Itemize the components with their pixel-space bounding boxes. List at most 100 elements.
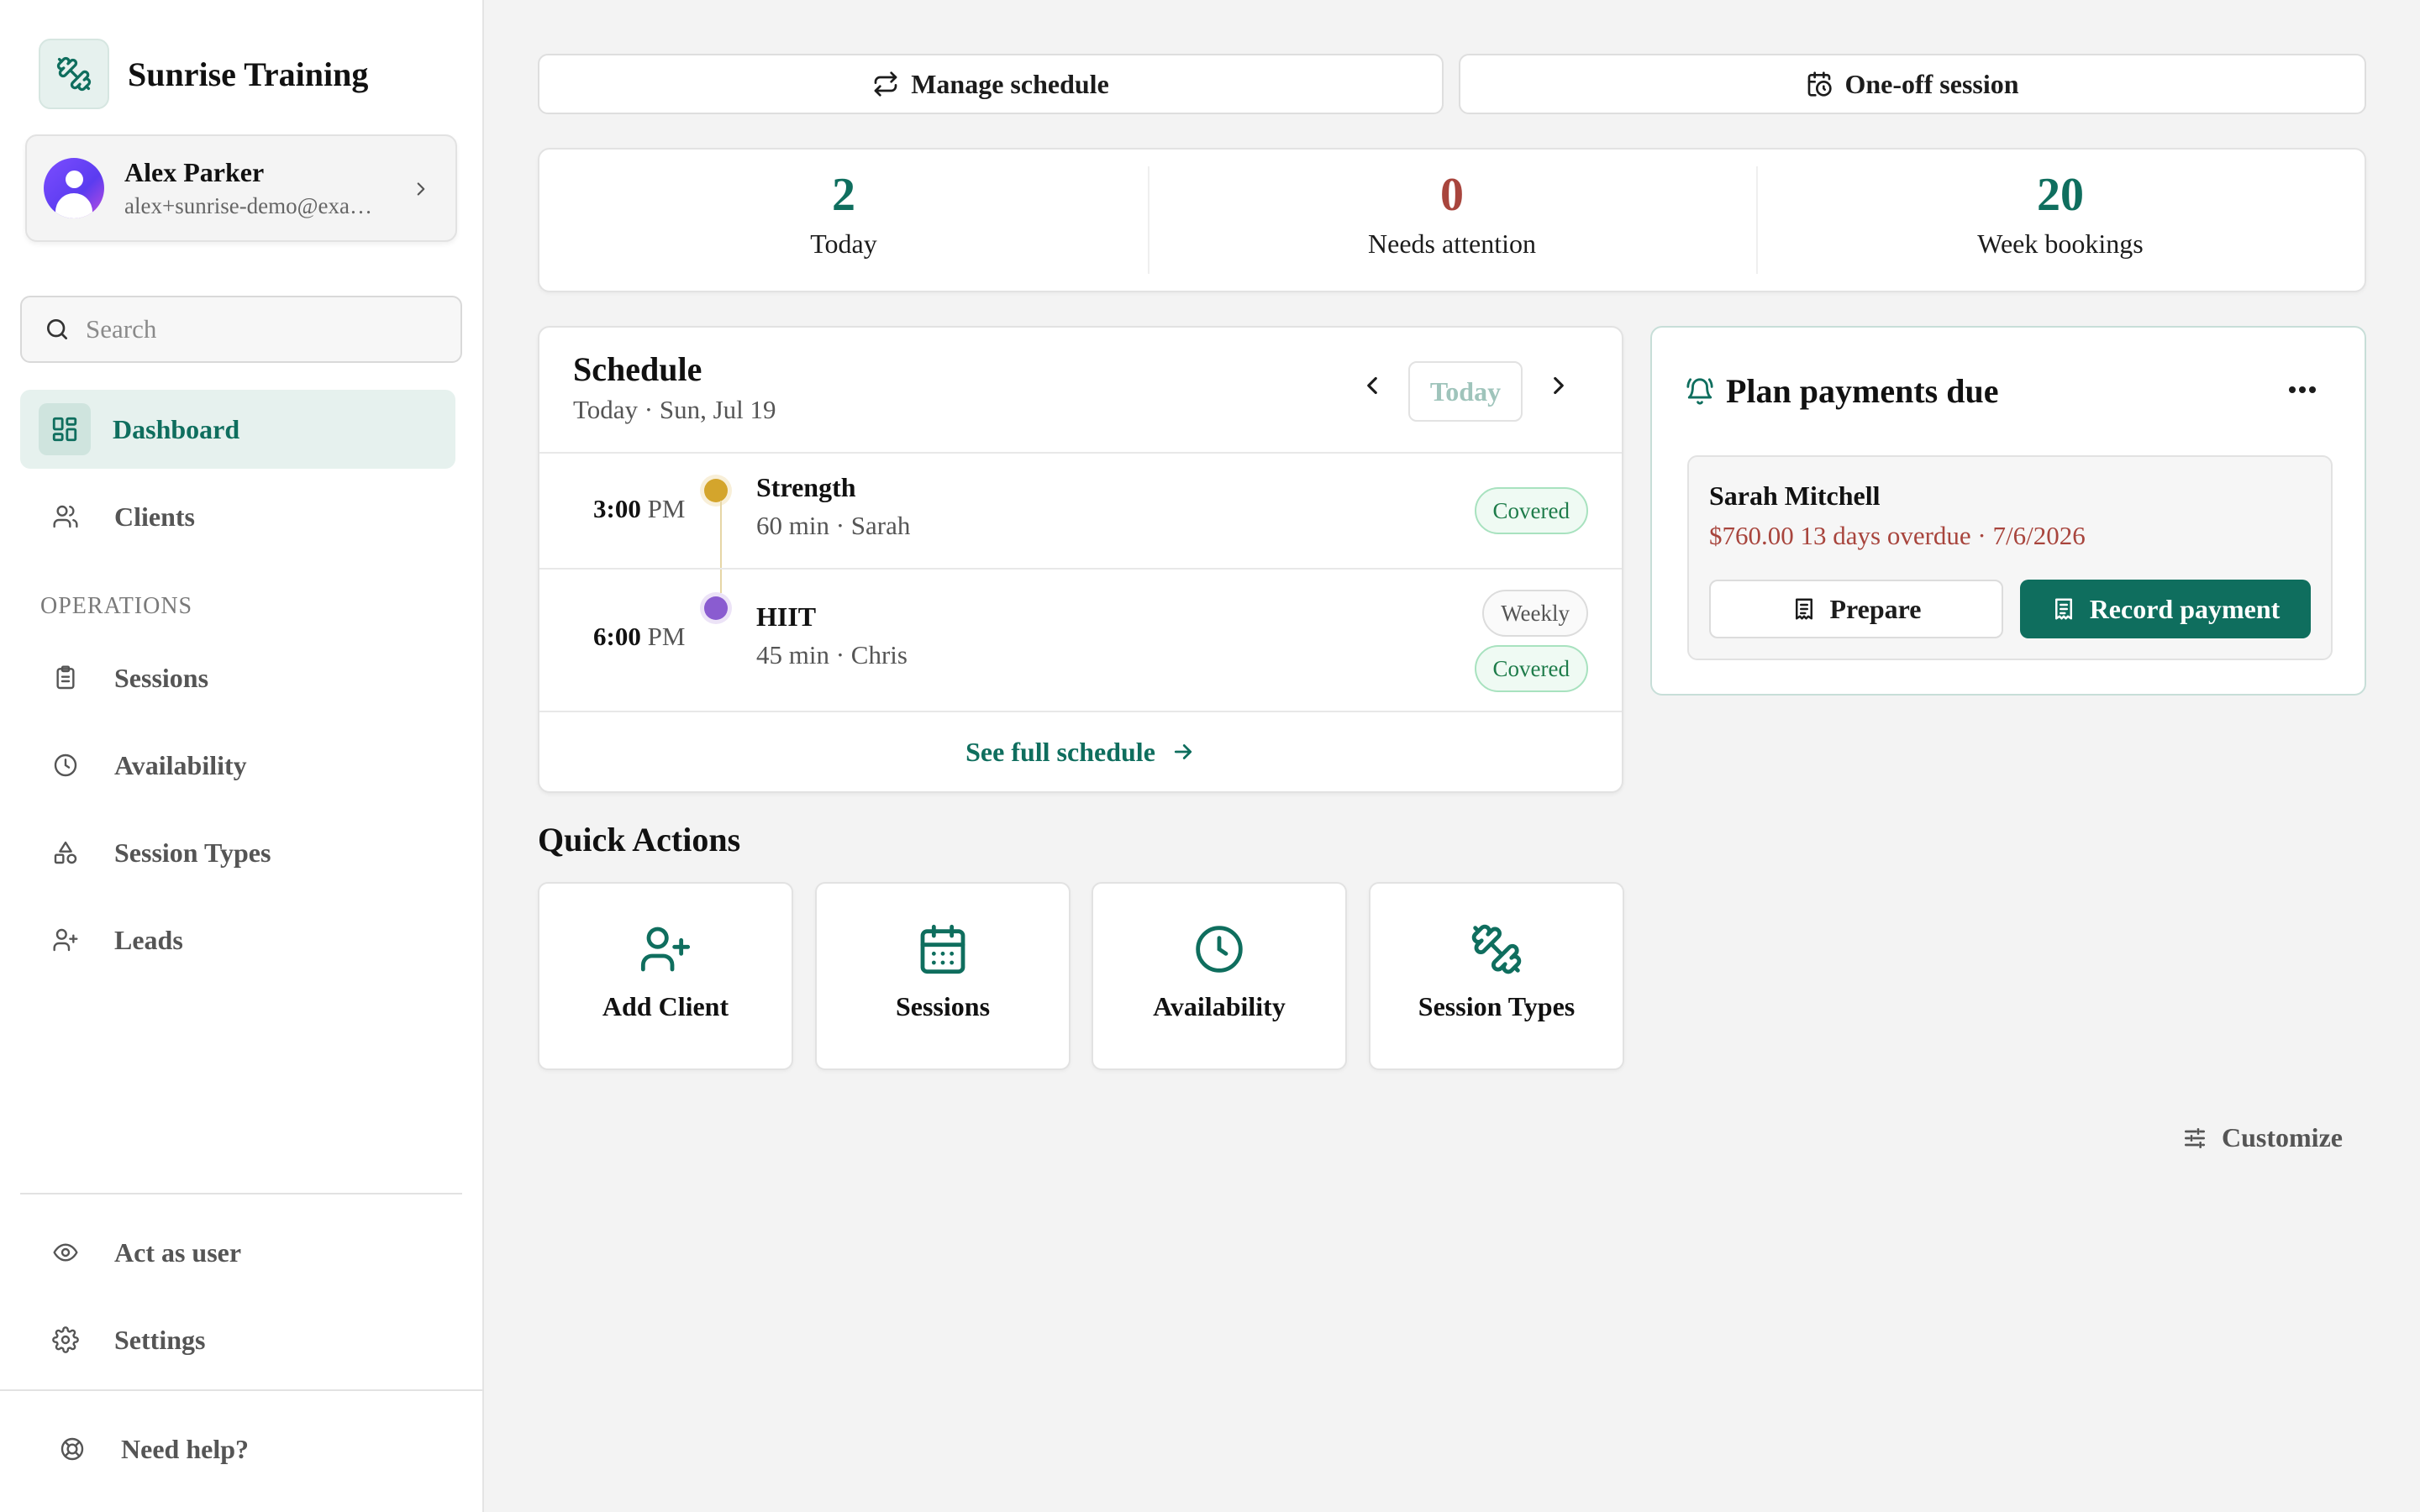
sidebar-divider [20,1193,462,1194]
stat-today[interactable]: 2 Today [539,150,1148,291]
bell-icon [1686,377,1714,406]
stat-week-bookings[interactable]: 20 Week bookings [1756,150,2365,291]
recurrence-badge: Weekly [1482,590,1588,637]
need-help-link[interactable]: Need help? [20,1410,455,1488]
stat-value: 2 [832,169,855,221]
status-badge: Covered [1474,645,1588,692]
more-options-icon[interactable] [2287,385,2317,395]
session-time: 6:00 PM [593,622,686,651]
sidebar: Sunrise Training Alex Parker alex+sunris… [0,0,484,1512]
sidebar-item-label: Sessions [114,662,209,693]
session-meta: 45 min · Chris [756,640,908,669]
see-full-schedule-link[interactable]: See full schedule [539,711,1622,791]
dashboard-icon [39,403,91,455]
manage-schedule-button[interactable]: Manage schedule [538,54,1444,114]
quick-action-sessions[interactable]: Sessions [815,882,1071,1070]
quick-action-session-types[interactable]: Session Types [1369,882,1624,1070]
prepare-button[interactable]: Prepare [1709,580,2003,638]
search-box [20,296,462,363]
stat-value: 20 [2037,169,2084,221]
chevron-right-icon [410,178,432,200]
users-icon [49,503,82,530]
gear-icon [49,1326,82,1353]
calendar-clock-icon [1806,71,1833,97]
stat-label: Needs attention [1368,228,1536,259]
plan-payments-card: Plan payments due Sarah Mitchell $760.00… [1650,326,2366,696]
sidebar-item-label: Leads [114,924,183,955]
sidebar-item-sessions[interactable]: Sessions [20,638,455,717]
payment-item: Sarah Mitchell $760.00 13 days overdue ·… [1687,455,2333,660]
one-off-session-button[interactable]: One-off session [1459,54,2366,114]
record-payment-label: Record payment [2089,593,2281,624]
user-email: alex+sunrise-demo@exa… [124,193,372,218]
schedule-subtitle: Today · Sun, Jul 19 [573,395,776,424]
sidebar-item-settings[interactable]: Settings [20,1300,455,1379]
quick-action-availability[interactable]: Availability [1092,882,1347,1070]
prepare-label: Prepare [1829,593,1922,624]
sidebar-item-label: Act as user [114,1236,242,1268]
receipt-icon [1791,596,1817,622]
arrow-right-icon [1155,739,1196,764]
section-title-operations: OPERATIONS [40,593,193,619]
schedule-row[interactable]: 3:00 PM Strength 60 min · Sarah Covered [539,452,1622,568]
sidebar-item-label: Settings [114,1324,206,1355]
sidebar-item-label: Session Types [114,837,271,868]
sidebar-item-label: Dashboard [113,413,240,444]
sidebar-item-clients[interactable]: Clients [20,477,455,556]
quick-action-label: Session Types [1418,991,1576,1021]
sidebar-item-leads[interactable]: Leads [20,900,455,979]
quick-action-label: Sessions [895,991,991,1021]
user-plus-icon [639,922,692,976]
status-badge: Covered [1474,487,1588,534]
lifebuoy-icon [55,1436,89,1462]
sidebar-item-label: Clients [114,501,195,532]
see-full-schedule-label: See full schedule [965,736,1155,767]
user-name: Alex Parker [124,157,265,187]
chevron-left-icon[interactable] [1358,371,1386,400]
session-time: 3:00 PM [593,494,686,523]
clock-icon [49,752,82,779]
payment-overdue-detail: $760.00 13 days overdue · 7/6/2026 [1709,521,2086,550]
plan-payments-header: Plan payments due [1686,371,1999,411]
one-off-session-label: One-off session [1844,68,2019,99]
receipt-icon [2051,596,2076,622]
record-payment-button[interactable]: Record payment [2020,580,2311,638]
sidebar-item-act-as-user[interactable]: Act as user [20,1213,455,1292]
clipboard-icon [49,664,82,691]
quick-action-add-client[interactable]: Add Client [538,882,793,1070]
schedule-row[interactable]: 6:00 PM HIIT 45 min · Chris Weekly Cover… [539,568,1622,711]
session-name: Strength [756,472,856,502]
session-dot [704,596,728,620]
need-help-label: Need help? [121,1433,249,1464]
today-button[interactable]: Today [1408,361,1523,422]
stat-value: 0 [1440,169,1464,221]
stats-bar: 2 Today 0 Needs attention 20 Week bookin… [538,148,2366,292]
stat-label: Today [810,228,877,259]
customize-label: Customize [2222,1122,2343,1152]
sliders-icon [2181,1125,2208,1152]
customize-button[interactable]: Customize [2181,1122,2343,1153]
dumbbell-icon [39,39,109,109]
plan-payments-title: Plan payments due [1726,372,1999,410]
sidebar-item-label: Availability [114,749,247,780]
brand-name: Sunrise Training [128,55,369,93]
brand[interactable]: Sunrise Training [39,39,368,109]
sidebar-item-session-types[interactable]: Session Types [20,813,455,892]
sidebar-item-dashboard[interactable]: Dashboard [20,390,455,469]
repeat-icon [872,71,899,97]
clock-icon [1192,922,1246,976]
eye-icon [49,1239,82,1266]
chevron-right-icon[interactable] [1544,371,1573,400]
schedule-card: Schedule Today · Sun, Jul 19 Today 3:00 … [538,326,1623,793]
quick-action-label: Add Client [602,991,729,1021]
quick-action-label: Availability [1153,991,1286,1021]
shapes-icon [49,839,82,866]
stat-needs-attention[interactable]: 0 Needs attention [1148,150,1756,291]
dumbbell-icon [1470,922,1523,976]
session-dot [704,479,728,502]
sidebar-item-availability[interactable]: Availability [20,726,455,805]
search-input[interactable] [86,314,439,344]
user-profile-card[interactable]: Alex Parker alex+sunrise-demo@exa… [25,134,457,242]
sidebar-divider [0,1389,484,1391]
calendar-icon [916,922,970,976]
